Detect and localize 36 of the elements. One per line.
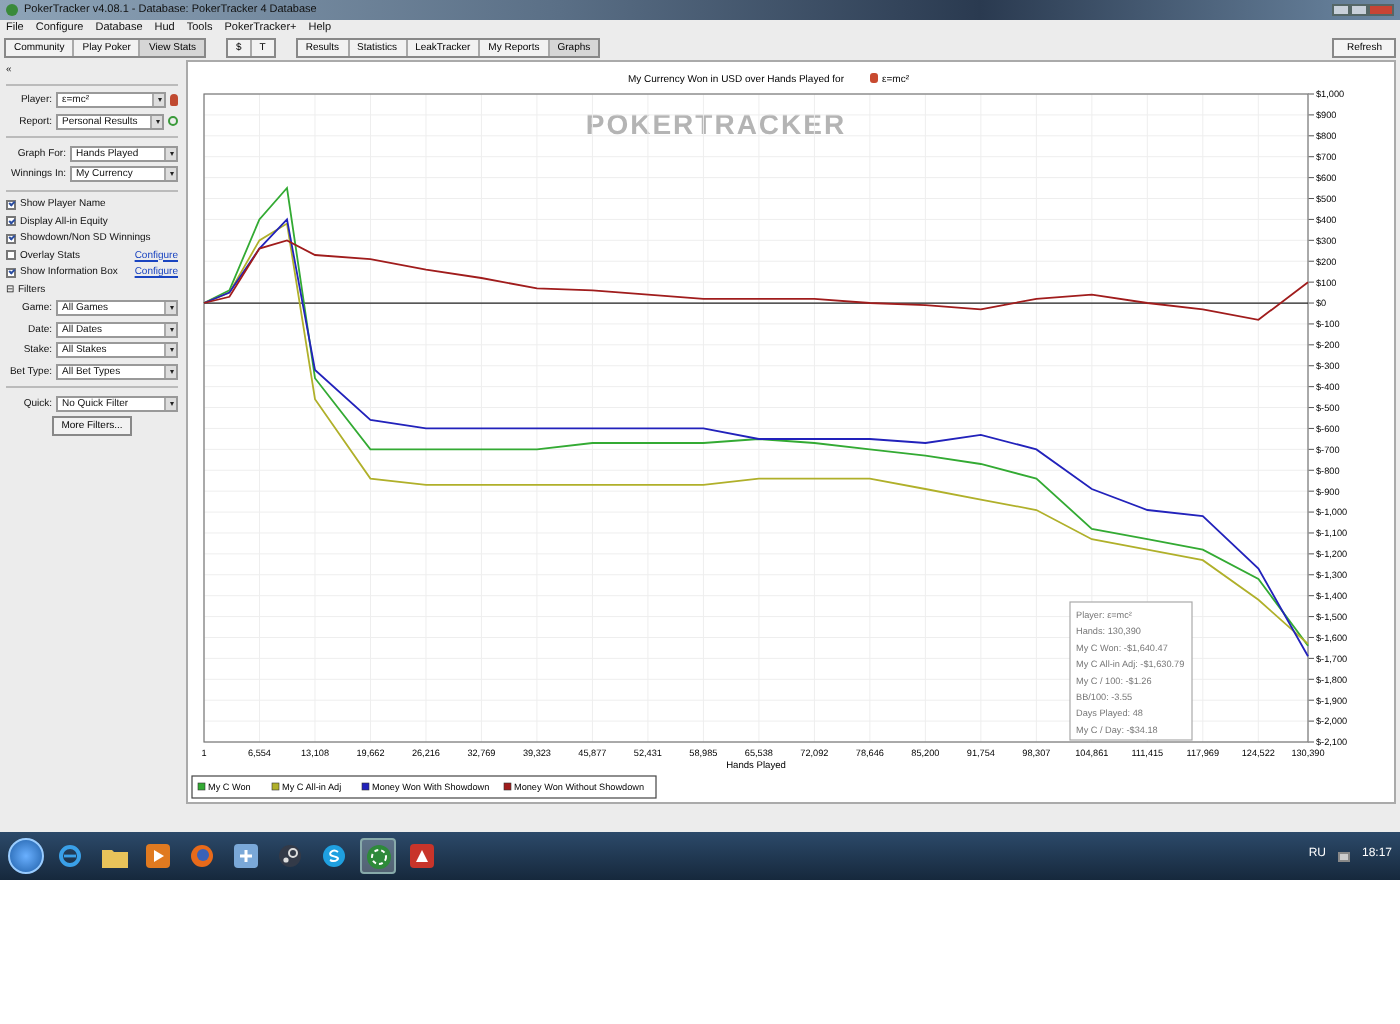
chat-icon [322, 844, 346, 868]
taskbar-button[interactable] [140, 838, 176, 874]
caret-icon [164, 365, 176, 377]
info-box [1069, 601, 1193, 741]
app-icon [234, 844, 258, 868]
caret-icon [164, 397, 176, 409]
app-icon [410, 844, 434, 868]
poker-chip-icon [365, 843, 391, 869]
taskbar-button[interactable] [228, 838, 264, 874]
maximize-button[interactable] [1350, 4, 1368, 16]
app-icon [6, 4, 18, 16]
caret-icon [164, 344, 176, 356]
globe-icon [190, 844, 214, 868]
caret-icon [164, 323, 176, 335]
refresh-icon [168, 116, 178, 126]
caret-icon [164, 302, 176, 314]
minimize-button[interactable] [1332, 4, 1350, 16]
chart-watermark: POKERTRACKER [585, 108, 847, 140]
caret-icon [164, 168, 176, 180]
checkbox[interactable] [6, 216, 16, 226]
caret-icon [150, 115, 162, 127]
play-icon [146, 844, 170, 868]
checkbox[interactable] [6, 199, 16, 209]
gear-icon [278, 844, 302, 868]
person-icon [170, 94, 178, 106]
folder-icon [101, 845, 127, 867]
checkbox[interactable] [6, 233, 16, 243]
taskbar-button[interactable] [404, 838, 440, 874]
checkbox[interactable] [6, 250, 16, 260]
flag-icon [1337, 851, 1350, 861]
person-icon [870, 73, 878, 83]
checkbox[interactable] [6, 267, 16, 277]
caret-icon [164, 147, 176, 159]
browser-icon [58, 844, 82, 868]
start-button[interactable] [8, 838, 44, 874]
caret-icon [152, 94, 164, 106]
